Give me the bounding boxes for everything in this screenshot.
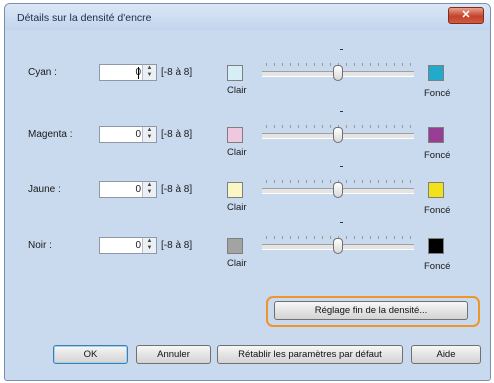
channel-label-cyan: Cyan : bbox=[28, 67, 57, 78]
channel-label-magenta: Magenta : bbox=[28, 129, 73, 140]
clair-label-noir: Clair bbox=[227, 258, 247, 269]
fine-adjust-button[interactable]: Réglage fin de la densité... bbox=[274, 301, 468, 320]
down-arrow-icon[interactable]: ▼ bbox=[143, 245, 156, 252]
density-spinner-magenta[interactable]: 0 ▲ ▼ bbox=[99, 126, 157, 143]
range-label-magenta: [-8 à 8] bbox=[161, 129, 193, 140]
channel-label-jaune: Jaune : bbox=[28, 184, 61, 195]
up-arrow-icon[interactable]: ▲ bbox=[143, 182, 156, 189]
spinner-arrows-magenta[interactable]: ▲ ▼ bbox=[142, 127, 156, 142]
fonce-label-jaune: Foncé bbox=[424, 205, 451, 216]
range-label-noir: [-8 à 8] bbox=[161, 240, 193, 251]
clair-label-cyan: Clair bbox=[227, 85, 247, 96]
text-caret bbox=[138, 67, 139, 79]
dark-swatch-cyan bbox=[428, 65, 444, 81]
density-value-magenta: 0 bbox=[135, 129, 141, 140]
density-value-jaune: 0 bbox=[135, 184, 141, 195]
density-slider-cyan[interactable] bbox=[333, 65, 343, 81]
light-swatch-magenta bbox=[227, 127, 243, 143]
center-mark-noir bbox=[340, 222, 343, 223]
close-button[interactable]: ✕ bbox=[448, 7, 484, 24]
up-arrow-icon[interactable]: ▲ bbox=[143, 127, 156, 134]
dialog-title: Détails sur la densité d'encre bbox=[17, 12, 152, 24]
close-icon: ✕ bbox=[461, 9, 471, 21]
up-arrow-icon[interactable]: ▲ bbox=[143, 238, 156, 245]
density-spinner-jaune[interactable]: 0 ▲ ▼ bbox=[99, 181, 157, 198]
light-swatch-jaune bbox=[227, 182, 243, 198]
density-spinner-cyan[interactable]: 0 ▲ ▼ bbox=[99, 64, 157, 81]
light-swatch-cyan bbox=[227, 65, 243, 81]
down-arrow-icon[interactable]: ▼ bbox=[143, 72, 156, 79]
ok-button[interactable]: OK bbox=[53, 345, 128, 364]
density-value-noir: 0 bbox=[135, 240, 141, 251]
dark-swatch-jaune bbox=[428, 182, 444, 198]
density-spinner-noir[interactable]: 0 ▲ ▼ bbox=[99, 237, 157, 254]
center-mark-magenta bbox=[340, 111, 343, 112]
dark-swatch-noir bbox=[428, 238, 444, 254]
cancel-button[interactable]: Annuler bbox=[136, 345, 211, 364]
channel-label-noir: Noir : bbox=[28, 240, 52, 251]
spinner-arrows-cyan[interactable]: ▲ ▼ bbox=[142, 65, 156, 80]
dark-swatch-magenta bbox=[428, 127, 444, 143]
density-slider-noir[interactable] bbox=[333, 238, 343, 254]
light-swatch-noir bbox=[227, 238, 243, 254]
center-mark-cyan bbox=[340, 49, 343, 50]
down-arrow-icon[interactable]: ▼ bbox=[143, 189, 156, 196]
spinner-arrows-jaune[interactable]: ▲ ▼ bbox=[142, 182, 156, 197]
fonce-label-noir: Foncé bbox=[424, 261, 451, 272]
help-button[interactable]: Aide bbox=[411, 345, 481, 364]
title-bar: Détails sur la densité d'encre ✕ bbox=[5, 4, 490, 30]
range-label-cyan: [-8 à 8] bbox=[161, 67, 193, 78]
up-arrow-icon[interactable]: ▲ bbox=[143, 65, 156, 72]
restore-defaults-button[interactable]: Rétablir les paramètres par défaut bbox=[217, 345, 403, 364]
range-label-jaune: [-8 à 8] bbox=[161, 184, 193, 195]
clair-label-jaune: Clair bbox=[227, 202, 247, 213]
down-arrow-icon[interactable]: ▼ bbox=[143, 134, 156, 141]
center-mark-jaune bbox=[340, 166, 343, 167]
density-slider-magenta[interactable] bbox=[333, 127, 343, 143]
spinner-arrows-noir[interactable]: ▲ ▼ bbox=[142, 238, 156, 253]
fonce-label-cyan: Foncé bbox=[424, 88, 451, 99]
density-slider-jaune[interactable] bbox=[333, 182, 343, 198]
fonce-label-magenta: Foncé bbox=[424, 150, 451, 161]
clair-label-magenta: Clair bbox=[227, 147, 247, 158]
